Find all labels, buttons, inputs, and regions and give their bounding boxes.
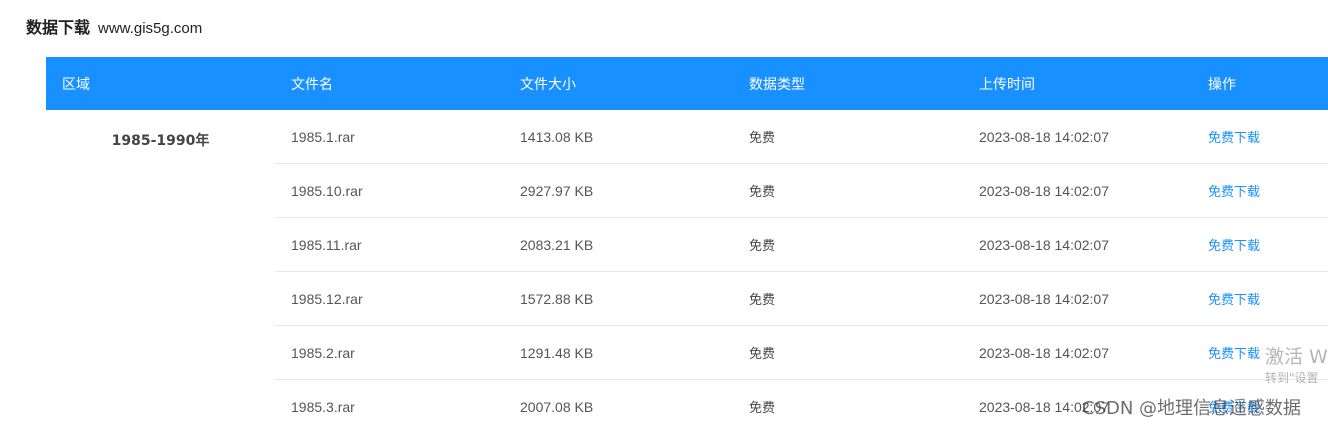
- download-table: 区域 文件名 文件大小 数据类型 上传时间 操作 1985-1990年 1985…: [46, 57, 1328, 424]
- upload-time: 2023-08-18 14:02:07: [979, 182, 1109, 199]
- upload-time: 2023-08-18 14:02:07: [979, 290, 1109, 307]
- data-type: 免费: [749, 347, 776, 362]
- goto-settings-watermark: 转到"设置: [1265, 371, 1319, 385]
- section-title: 数据下载: [26, 18, 91, 37]
- column-header-uploadtime: 上传时间: [979, 76, 1035, 93]
- free-download-link[interactable]: 免费下载: [1192, 235, 1328, 254]
- data-type: 免费: [749, 239, 776, 254]
- file-name: 1985.10.rar: [291, 182, 363, 199]
- file-name: 1985.1.rar: [291, 128, 355, 145]
- file-name: 1985.11.rar: [291, 236, 362, 253]
- table-row: 1985.2.rar 1291.48 KB 免费 2023-08-18 14:0…: [275, 326, 1328, 380]
- file-name: 1985.2.rar: [291, 344, 355, 361]
- table-body: 1985-1990年 1985.1.rar 1413.08 KB 免费 2023…: [46, 110, 1328, 424]
- file-size: 2927.97 KB: [520, 182, 594, 199]
- file-size: 1413.08 KB: [520, 128, 594, 145]
- upload-time: 2023-08-18 14:02:07: [979, 128, 1109, 145]
- data-type: 免费: [749, 293, 776, 308]
- data-type: 免费: [749, 185, 776, 200]
- activate-windows-watermark: 激活 W: [1265, 346, 1328, 368]
- table-header: 区域 文件名 文件大小 数据类型 上传时间 操作: [46, 57, 1328, 110]
- column-header-filesize: 文件大小: [520, 76, 576, 93]
- free-download-link[interactable]: 免费下载: [1192, 181, 1328, 200]
- column-header-region: 区域: [62, 76, 90, 93]
- table-row: 1985.12.rar 1572.88 KB 免费 2023-08-18 14:…: [275, 272, 1328, 326]
- section-header: 数据下载 www.gis5g.com: [26, 14, 202, 38]
- free-download-link[interactable]: 免费下载: [1192, 289, 1328, 308]
- free-download-link[interactable]: 免费下载: [1192, 127, 1328, 146]
- column-header-filename: 文件名: [291, 76, 333, 93]
- upload-time: 2023-08-18 14:02:07: [979, 344, 1109, 361]
- column-header-action: 操作: [1208, 76, 1236, 93]
- file-size: 1572.88 KB: [520, 290, 594, 307]
- table-row: 1985.1.rar 1413.08 KB 免费 2023-08-18 14:0…: [275, 110, 1328, 164]
- upload-time: 2023-08-18 14:02:07: [979, 236, 1109, 253]
- file-name: 1985.3.rar: [291, 398, 355, 415]
- data-type: 免费: [749, 131, 776, 146]
- file-size: 2007.08 KB: [520, 398, 594, 415]
- site-url: www.gis5g.com: [98, 20, 203, 37]
- file-name: 1985.12.rar: [291, 290, 363, 307]
- table-row: 1985.11.rar 2083.21 KB 免费 2023-08-18 14:…: [275, 218, 1328, 272]
- file-size: 2083.21 KB: [520, 236, 594, 253]
- page: 数据下载 www.gis5g.com 区域 文件名 文件大小 数据类型 上传时间…: [0, 0, 1328, 424]
- file-size: 1291.48 KB: [520, 344, 594, 361]
- column-header-datatype: 数据类型: [749, 76, 805, 93]
- data-type: 免费: [749, 401, 776, 416]
- table-rows: 1985.1.rar 1413.08 KB 免费 2023-08-18 14:0…: [275, 110, 1328, 424]
- table-row: 1985.10.rar 2927.97 KB 免费 2023-08-18 14:…: [275, 164, 1328, 218]
- csdn-credit-watermark: CSDN @地理信息遥感数据: [1082, 398, 1302, 419]
- region-cell: 1985-1990年: [111, 133, 210, 149]
